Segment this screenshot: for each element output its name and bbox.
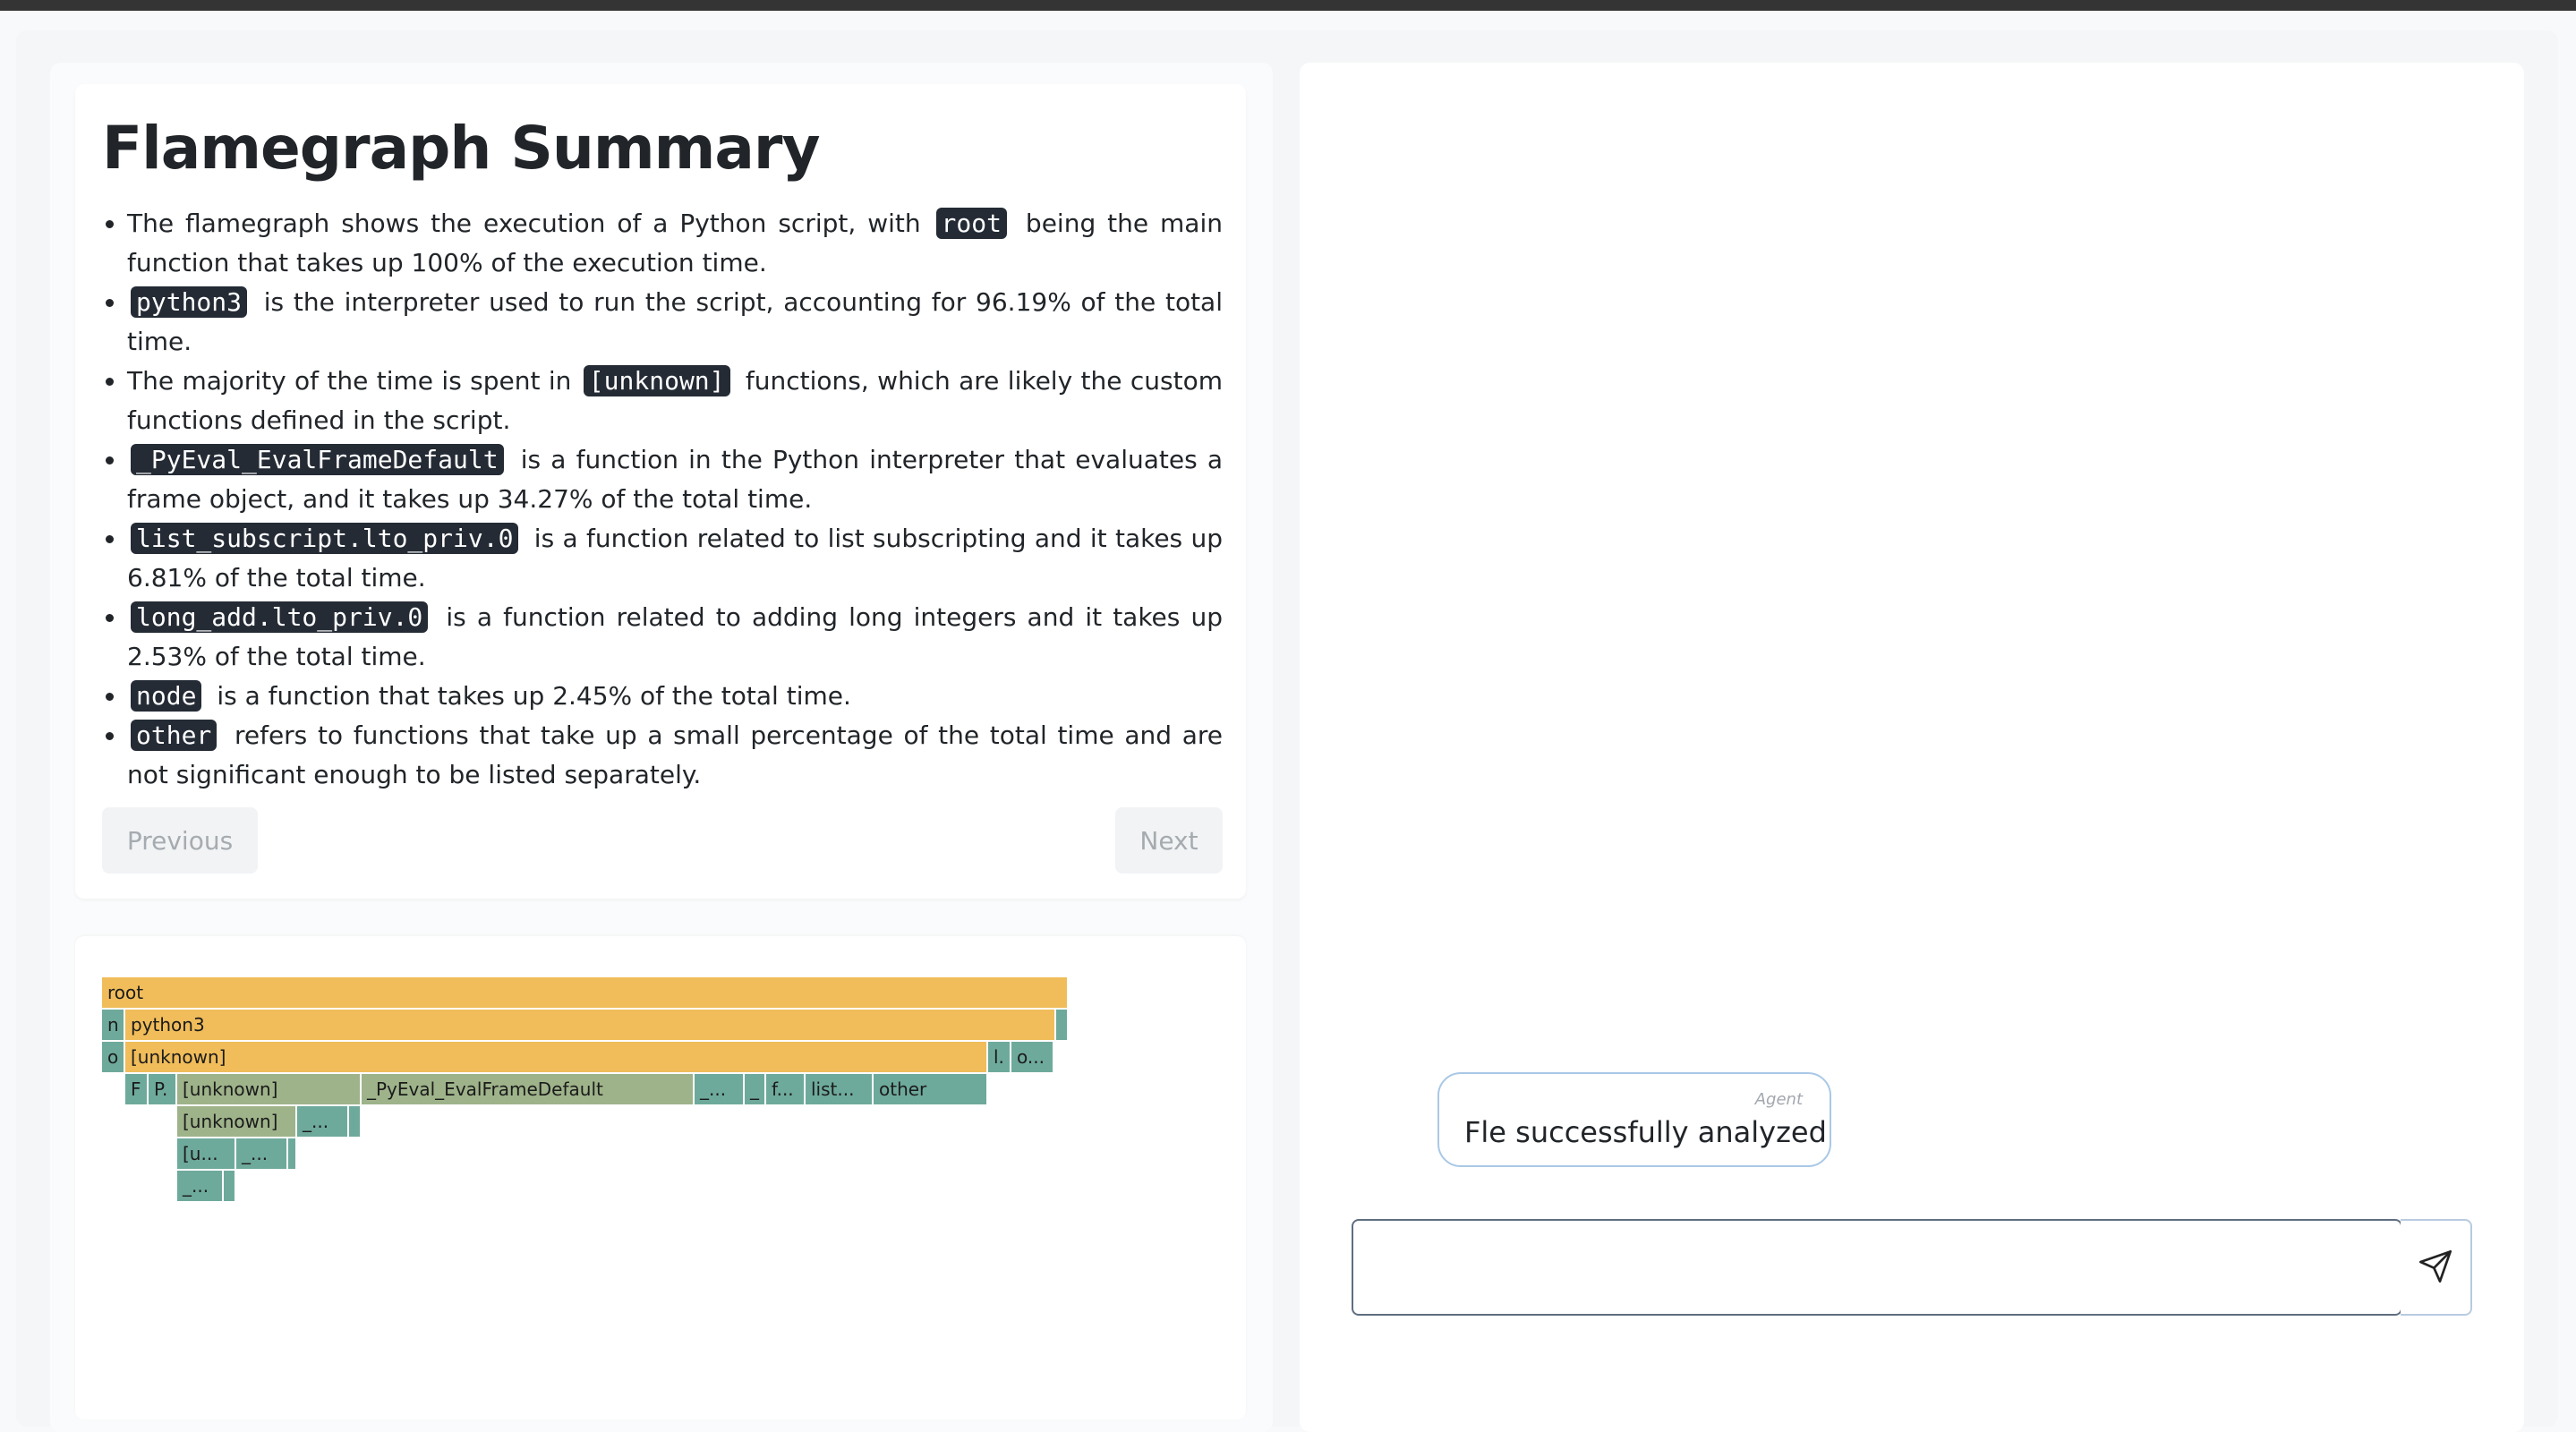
page-title: Flamegraph Summary	[102, 114, 820, 183]
flame-frame-python3[interactable]: python3	[125, 1010, 1054, 1040]
flame-frame-unknown[interactable]: [unknown]	[177, 1074, 360, 1104]
summary-item: The majority of the time is spent in [un…	[127, 362, 1223, 440]
code-pill: [unknown]	[583, 365, 730, 396]
message-text: Fle successfully analyzed	[1464, 1115, 1827, 1149]
summary-item: list_subscript.lto_priv.0 is a function …	[127, 519, 1223, 598]
flame-frame[interactable]: o...	[1011, 1042, 1053, 1072]
flame-frame[interactable]: f...	[766, 1074, 804, 1104]
summary-item: node is a function that takes up 2.45% o…	[127, 677, 1223, 716]
summary-item: long_add.lto_priv.0 is a function relate…	[127, 598, 1223, 677]
code-pill: list_subscript.lto_priv.0	[131, 523, 519, 554]
chat-input[interactable]	[1352, 1219, 2402, 1316]
code-pill: node	[131, 680, 202, 712]
agent-message-bubble: Agent Fle successfully analyzed	[1437, 1072, 1831, 1167]
flame-frame[interactable]: _...	[297, 1106, 347, 1137]
flame-frame[interactable]: _	[745, 1074, 764, 1104]
flame-frame[interactable]: _...	[236, 1138, 286, 1169]
code-pill: long_add.lto_priv.0	[131, 601, 429, 633]
summary-item: The flamegraph shows the execution of a …	[127, 204, 1223, 283]
paper-plane-icon	[2418, 1249, 2453, 1287]
summary-text: The flamegraph shows the execution of a …	[127, 209, 933, 238]
flame-frame-other[interactable]: other	[874, 1074, 986, 1104]
flame-frame[interactable]: _...	[177, 1171, 222, 1201]
send-button[interactable]	[2401, 1219, 2472, 1316]
flame-frame[interactable]	[1056, 1010, 1067, 1040]
flame-frame-unknown[interactable]: [unknown]	[125, 1042, 986, 1072]
summary-text: refers to functions that take up a small…	[127, 720, 1223, 789]
summary-text: The majority of the time is spent in	[127, 366, 580, 396]
summary-list: The flamegraph shows the execution of a …	[102, 204, 1223, 795]
previous-button[interactable]: Previous	[102, 807, 258, 874]
flame-frame[interactable]: P.	[149, 1074, 175, 1104]
flame-frame[interactable]	[224, 1171, 235, 1201]
summary-item: other refers to functions that take up a…	[127, 716, 1223, 795]
code-pill: other	[131, 720, 218, 751]
flame-frame[interactable]: l.	[988, 1042, 1010, 1072]
summary-text: is the interpreter used to run the scrip…	[127, 287, 1223, 356]
flame-frame-unknown[interactable]: [unknown]	[177, 1106, 295, 1137]
next-button[interactable]: Next	[1115, 807, 1223, 874]
code-pill: root	[935, 208, 1007, 239]
summary-item: _PyEval_EvalFrameDefault is a function i…	[127, 440, 1223, 519]
flame-frame[interactable]: [u...	[177, 1138, 235, 1169]
flame-frame[interactable]: n	[102, 1010, 124, 1040]
summary-text: is a function that takes up 2.45% of the…	[209, 681, 851, 711]
flame-frame[interactable]: F	[125, 1074, 147, 1104]
flame-frame-pyeval[interactable]: _PyEval_EvalFrameDefault	[362, 1074, 693, 1104]
flame-frame-root[interactable]: root	[102, 977, 1067, 1008]
summary-item: python3 is the interpreter used to run t…	[127, 283, 1223, 362]
flame-frame[interactable]: _...	[695, 1074, 743, 1104]
code-pill: _PyEval_EvalFrameDefault	[131, 444, 504, 475]
flame-frame[interactable]: o	[102, 1042, 124, 1072]
flamegraph-card	[75, 936, 1246, 1419]
flame-frame[interactable]	[349, 1106, 360, 1137]
code-pill: python3	[131, 286, 248, 318]
flame-frame-list-subscript[interactable]: list...	[806, 1074, 872, 1104]
top-bar	[0, 0, 2576, 11]
message-role: Agent	[1754, 1090, 1803, 1109]
flame-frame[interactable]	[288, 1138, 295, 1169]
